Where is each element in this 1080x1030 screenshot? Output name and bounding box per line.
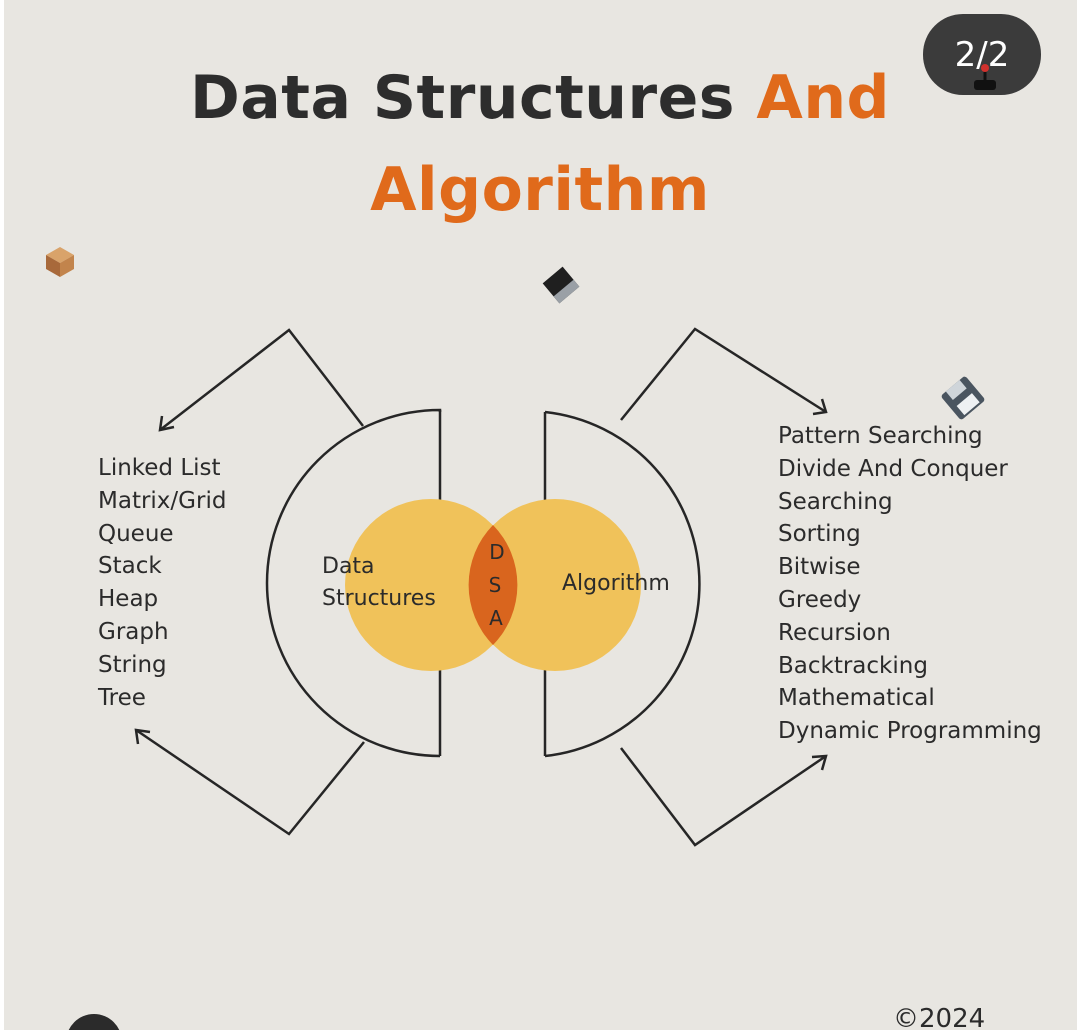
list-item: Graph: [98, 618, 169, 645]
list-item: Queue: [98, 520, 174, 547]
list-item: Pattern Searching: [778, 423, 983, 449]
dsa-letter-a: A: [489, 606, 503, 630]
list-item: Searching: [778, 488, 893, 515]
copyright-text: ©2024: [893, 1004, 986, 1030]
right-lower-arrow: [620, 747, 827, 847]
dsa-letter-s: S: [488, 573, 502, 597]
list-item: Mathematical: [778, 685, 935, 712]
joystick-icon: [974, 64, 996, 90]
page: Data Structures And Algorithm 2/2 Data S…: [0, 0, 1080, 1030]
list-item: Dynamic Programming: [778, 718, 1042, 745]
pen-tablet-icon: [542, 266, 580, 304]
left-upper-arrow: [159, 328, 364, 431]
list-item: String: [98, 651, 167, 678]
left-lower-arrow: [135, 728, 365, 836]
list-item: Stack: [98, 553, 162, 580]
list-item: Linked List: [98, 455, 221, 481]
list-item: Greedy: [778, 586, 862, 613]
floppy-disk-icon: [941, 376, 985, 420]
right-upper-arrow: [620, 327, 827, 421]
dsa-letter-d: D: [489, 540, 505, 564]
algorithms-list: Pattern Searching Divide And Conquer Sea…: [778, 420, 1042, 748]
list-item: Divide And Conquer: [778, 455, 1008, 482]
list-item: Bitwise: [778, 554, 861, 581]
data-structures-label-line-1: Data: [322, 554, 375, 579]
data-structures-label-line-2: Structures: [322, 586, 436, 611]
box-icon: [46, 247, 74, 277]
list-item: Sorting: [778, 521, 861, 548]
algorithm-label: Algorithm: [562, 571, 670, 596]
data-structures-list: Linked List Matrix/Grid Queue Stack Heap…: [98, 452, 226, 714]
list-item: Backtracking: [778, 652, 928, 679]
list-item: Recursion: [778, 619, 891, 646]
list-item: Heap: [98, 586, 159, 613]
list-item: Matrix/Grid: [98, 487, 227, 514]
list-item: Tree: [98, 684, 146, 711]
